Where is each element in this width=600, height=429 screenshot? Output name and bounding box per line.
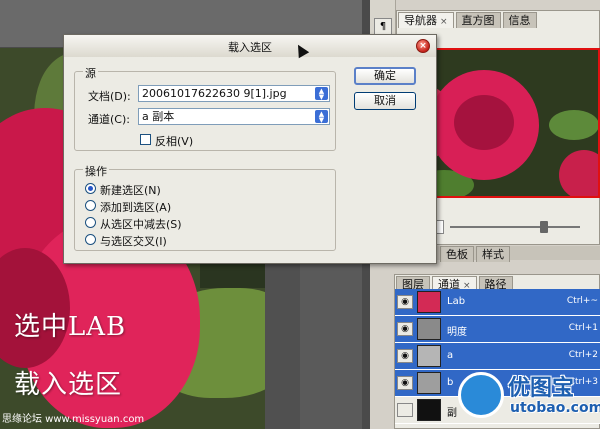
zoom-slider-handle[interactable]: [540, 221, 548, 233]
caption-line-1: 选中LAB: [14, 312, 127, 342]
logo-bird-icon: [458, 372, 504, 418]
cancel-button[interactable]: 取消: [354, 92, 416, 110]
visibility-eye-icon[interactable]: ◉: [397, 376, 413, 390]
document-select[interactable]: 20061017622630 9[1].jpg ▲ ▼: [138, 85, 330, 102]
radio-subtract-from-selection[interactable]: [85, 217, 96, 228]
channel-name: b: [447, 377, 454, 388]
channel-shortcut: Ctrl+~: [566, 296, 598, 306]
caption-line-2: 载入选区: [14, 370, 123, 400]
load-selection-dialog: 载入选区 × 源 文档(D): 20061017622630 9[1].jpg …: [63, 34, 437, 264]
dialog-titlebar[interactable]: 载入选区 ×: [64, 35, 436, 57]
navigator-zoom: [430, 220, 600, 234]
channel-thumbnail: [417, 372, 441, 394]
channel-name: 副: [447, 408, 457, 419]
channel-shortcut: Ctrl+2: [568, 350, 598, 360]
channel-label: 通道(C):: [88, 113, 130, 126]
zoom-slider-track[interactable]: [450, 226, 580, 228]
option-intersect-label: 与选区交叉(I): [100, 235, 167, 248]
tab-histogram[interactable]: 直方图: [455, 12, 501, 28]
channel-name: Lab: [447, 296, 466, 307]
watermark: 思缘论坛 www.missyuan.com: [2, 414, 145, 425]
channel-name: a: [447, 350, 454, 361]
thumb-leaf: [549, 110, 598, 140]
site-logo: 优图宝 utobao.com: [458, 368, 600, 424]
ok-button[interactable]: 确定: [354, 67, 416, 85]
close-icon[interactable]: ×: [416, 39, 430, 53]
visibility-eye-icon[interactable]: ◉: [397, 322, 413, 336]
channel-select[interactable]: a 副本 ▲ ▼: [138, 108, 330, 125]
channel-row-lightness[interactable]: ◉ 明度 Ctrl+1: [395, 316, 600, 343]
chevron-updown-icon: ▲ ▼: [315, 110, 328, 124]
channel-name: 明度: [447, 327, 467, 338]
invert-label: 反相(V): [155, 135, 194, 148]
photoshop-window: 选中LAB 载入选区 思缘论坛 www.missyuan.com ¶ 导航器 × …: [0, 0, 600, 429]
color-panel-tabs: 色板 样式: [440, 246, 512, 262]
visibility-eye-icon[interactable]: ◉: [397, 295, 413, 309]
channel-thumbnail: [417, 399, 441, 421]
radio-add-to-selection[interactable]: [85, 200, 96, 211]
tab-navigator[interactable]: 导航器 ×: [398, 12, 454, 28]
option-add-label: 添加到选区(A): [100, 201, 172, 214]
dialog-title: 载入选区: [228, 41, 272, 54]
channel-value: a 副本: [142, 110, 175, 123]
tab-swatches[interactable]: 色板: [440, 246, 474, 262]
thumb-rose: [559, 150, 598, 196]
operation-legend: 操作: [83, 163, 109, 179]
visibility-eye-icon[interactable]: [397, 403, 413, 417]
channel-thumbnail: [417, 291, 441, 313]
channel-thumbnail: [417, 345, 441, 367]
channel-row-lab[interactable]: ◉ Lab Ctrl+~: [395, 289, 600, 316]
tab-info[interactable]: 信息: [502, 12, 537, 28]
channel-shortcut: Ctrl+1: [568, 323, 598, 333]
thumb-rose-center: [454, 95, 514, 150]
option-new-selection-label: 新建选区(N): [100, 184, 161, 197]
channel-thumbnail: [417, 318, 441, 340]
document-value: 20061017622630 9[1].jpg: [142, 87, 287, 100]
radio-intersect-selection[interactable]: [85, 234, 96, 245]
navigator-tabs: 导航器 × 直方图 信息: [398, 12, 539, 28]
radio-new-selection[interactable]: [85, 183, 96, 194]
channel-row-a[interactable]: ◉ a Ctrl+2: [395, 343, 600, 370]
tab-styles[interactable]: 样式: [476, 246, 510, 262]
source-legend: 源: [83, 65, 98, 81]
logo-name: 优图宝: [508, 376, 575, 401]
chevron-updown-icon: ▲ ▼: [315, 87, 328, 101]
close-icon[interactable]: ×: [440, 17, 448, 27]
invert-checkbox[interactable]: [140, 134, 151, 145]
visibility-eye-icon[interactable]: ◉: [397, 349, 413, 363]
option-subtract-label: 从选区中减去(S): [100, 218, 182, 231]
logo-url: utobao.com: [510, 400, 600, 416]
document-label: 文档(D):: [88, 90, 131, 103]
